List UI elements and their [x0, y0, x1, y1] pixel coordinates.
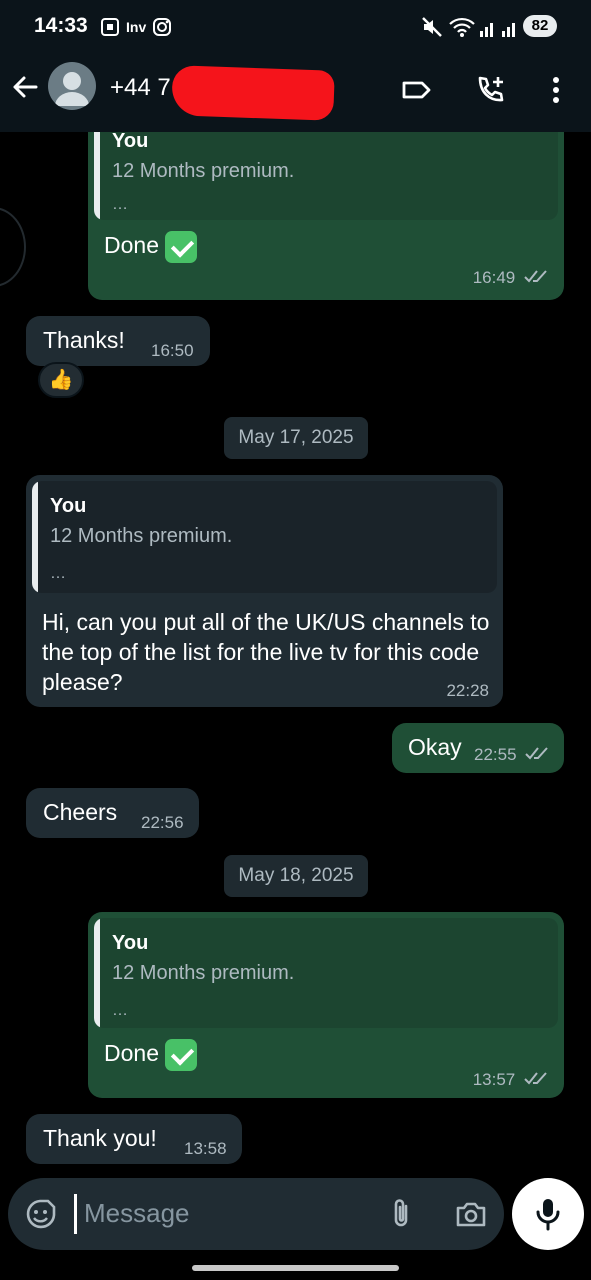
quote-text: 12 Months premium. — [50, 525, 233, 547]
wifi-icon — [448, 15, 476, 42]
message-text: Thanks! — [43, 327, 125, 353]
date-separator: May 18, 2025 — [224, 855, 368, 897]
message-text-row: Done — [104, 230, 197, 263]
mute-icon — [420, 15, 444, 42]
status-time: 14:33 — [34, 14, 88, 37]
mic-icon — [531, 1196, 565, 1237]
message-text: Okay — [408, 734, 462, 760]
message-outgoing[interactable]: You 12 Months premium. … Done 13:57 — [88, 912, 564, 1098]
message-time: 22:28 — [446, 681, 489, 700]
chat-header: +44 7 — [0, 52, 591, 132]
quote-text: 12 Months premium. — [112, 160, 295, 182]
quoted-message[interactable]: You 12 Months premium. … — [94, 918, 558, 1028]
message-incoming[interactable]: Cheers 22:56 — [26, 788, 199, 838]
quote-author: You — [50, 495, 87, 517]
quoted-message[interactable]: You 12 Months premium. … — [32, 481, 497, 593]
sticker-icon[interactable] — [24, 1197, 58, 1231]
message-text: Done — [104, 232, 159, 258]
quote-author: You — [112, 932, 149, 954]
read-ticks-icon — [524, 1070, 550, 1091]
message-text-row: Done — [104, 1038, 197, 1071]
status-bar: 14:33 Inv 82 — [0, 0, 591, 52]
message-text: Thank you! — [43, 1125, 157, 1151]
notification-app-label: Inv — [126, 19, 147, 35]
message-outgoing[interactable]: Okay 22:55 — [392, 723, 564, 773]
label-icon[interactable] — [400, 74, 432, 106]
quote-bar — [32, 481, 38, 593]
message-incoming[interactable]: Thank you! 13:58 — [26, 1114, 242, 1164]
message-incoming[interactable]: You 12 Months premium. … Hi, can you put… — [26, 475, 503, 707]
message-meta: 13:57 — [473, 1070, 550, 1091]
text-cursor — [74, 1194, 77, 1234]
message-outgoing[interactable]: You 12 Months premium. … Done 16:49 — [88, 132, 564, 300]
message-input[interactable]: Message — [84, 1198, 190, 1229]
reaction-badge[interactable]: 👍 — [38, 362, 84, 398]
instagram-icon — [152, 17, 172, 40]
more-vert-icon[interactable] — [540, 74, 572, 106]
redaction-mark — [171, 65, 335, 121]
chat-area[interactable]: You 12 Months premium. … Done 16:49 Than… — [0, 132, 591, 1172]
check-mark-emoji-icon — [164, 1038, 197, 1071]
quote-bar — [94, 132, 100, 220]
quote-author: You — [112, 132, 149, 152]
quote-more: … — [50, 565, 66, 582]
message-time: 13:57 — [472, 1070, 516, 1089]
read-ticks-icon — [525, 745, 551, 766]
message-meta: 16:49 — [473, 268, 550, 289]
message-time: 16:50 — [151, 341, 194, 360]
quote-text: 12 Months premium. — [112, 962, 295, 984]
screenshot-icon — [100, 17, 120, 40]
message-time: 16:49 — [472, 268, 516, 287]
date-separator: May 17, 2025 — [224, 417, 368, 459]
message-text: Done — [104, 1040, 159, 1066]
overlay-ghost — [0, 207, 26, 287]
message-composer[interactable]: Message — [8, 1178, 504, 1250]
signal-icon — [478, 15, 522, 42]
read-ticks-icon — [524, 268, 550, 289]
quote-bar — [94, 918, 100, 1028]
quoted-message[interactable]: You 12 Months premium. … — [94, 132, 558, 220]
quote-more: … — [112, 1002, 128, 1019]
gesture-bar[interactable] — [192, 1265, 399, 1271]
attach-icon[interactable] — [384, 1197, 418, 1231]
avatar[interactable] — [48, 62, 96, 110]
message-incoming[interactable]: Thanks! 16:50 — [26, 316, 210, 366]
back-arrow-icon[interactable] — [10, 72, 40, 102]
contact-name[interactable]: +44 7 — [110, 74, 171, 102]
message-text: Hi, can you put all of the UK/US channel… — [42, 609, 490, 695]
message-text: Cheers — [43, 799, 118, 825]
message-time: 22:55 — [474, 745, 517, 764]
add-call-icon[interactable] — [474, 74, 506, 106]
battery-indicator: 82 — [523, 15, 557, 37]
camera-icon[interactable] — [454, 1197, 488, 1231]
check-mark-emoji-icon — [164, 230, 197, 263]
message-time: 22:56 — [141, 813, 184, 832]
message-time: 13:58 — [184, 1139, 227, 1158]
quote-more: … — [112, 196, 128, 213]
voice-message-button[interactable] — [512, 1178, 584, 1250]
message-meta: 22:55 — [474, 745, 551, 766]
